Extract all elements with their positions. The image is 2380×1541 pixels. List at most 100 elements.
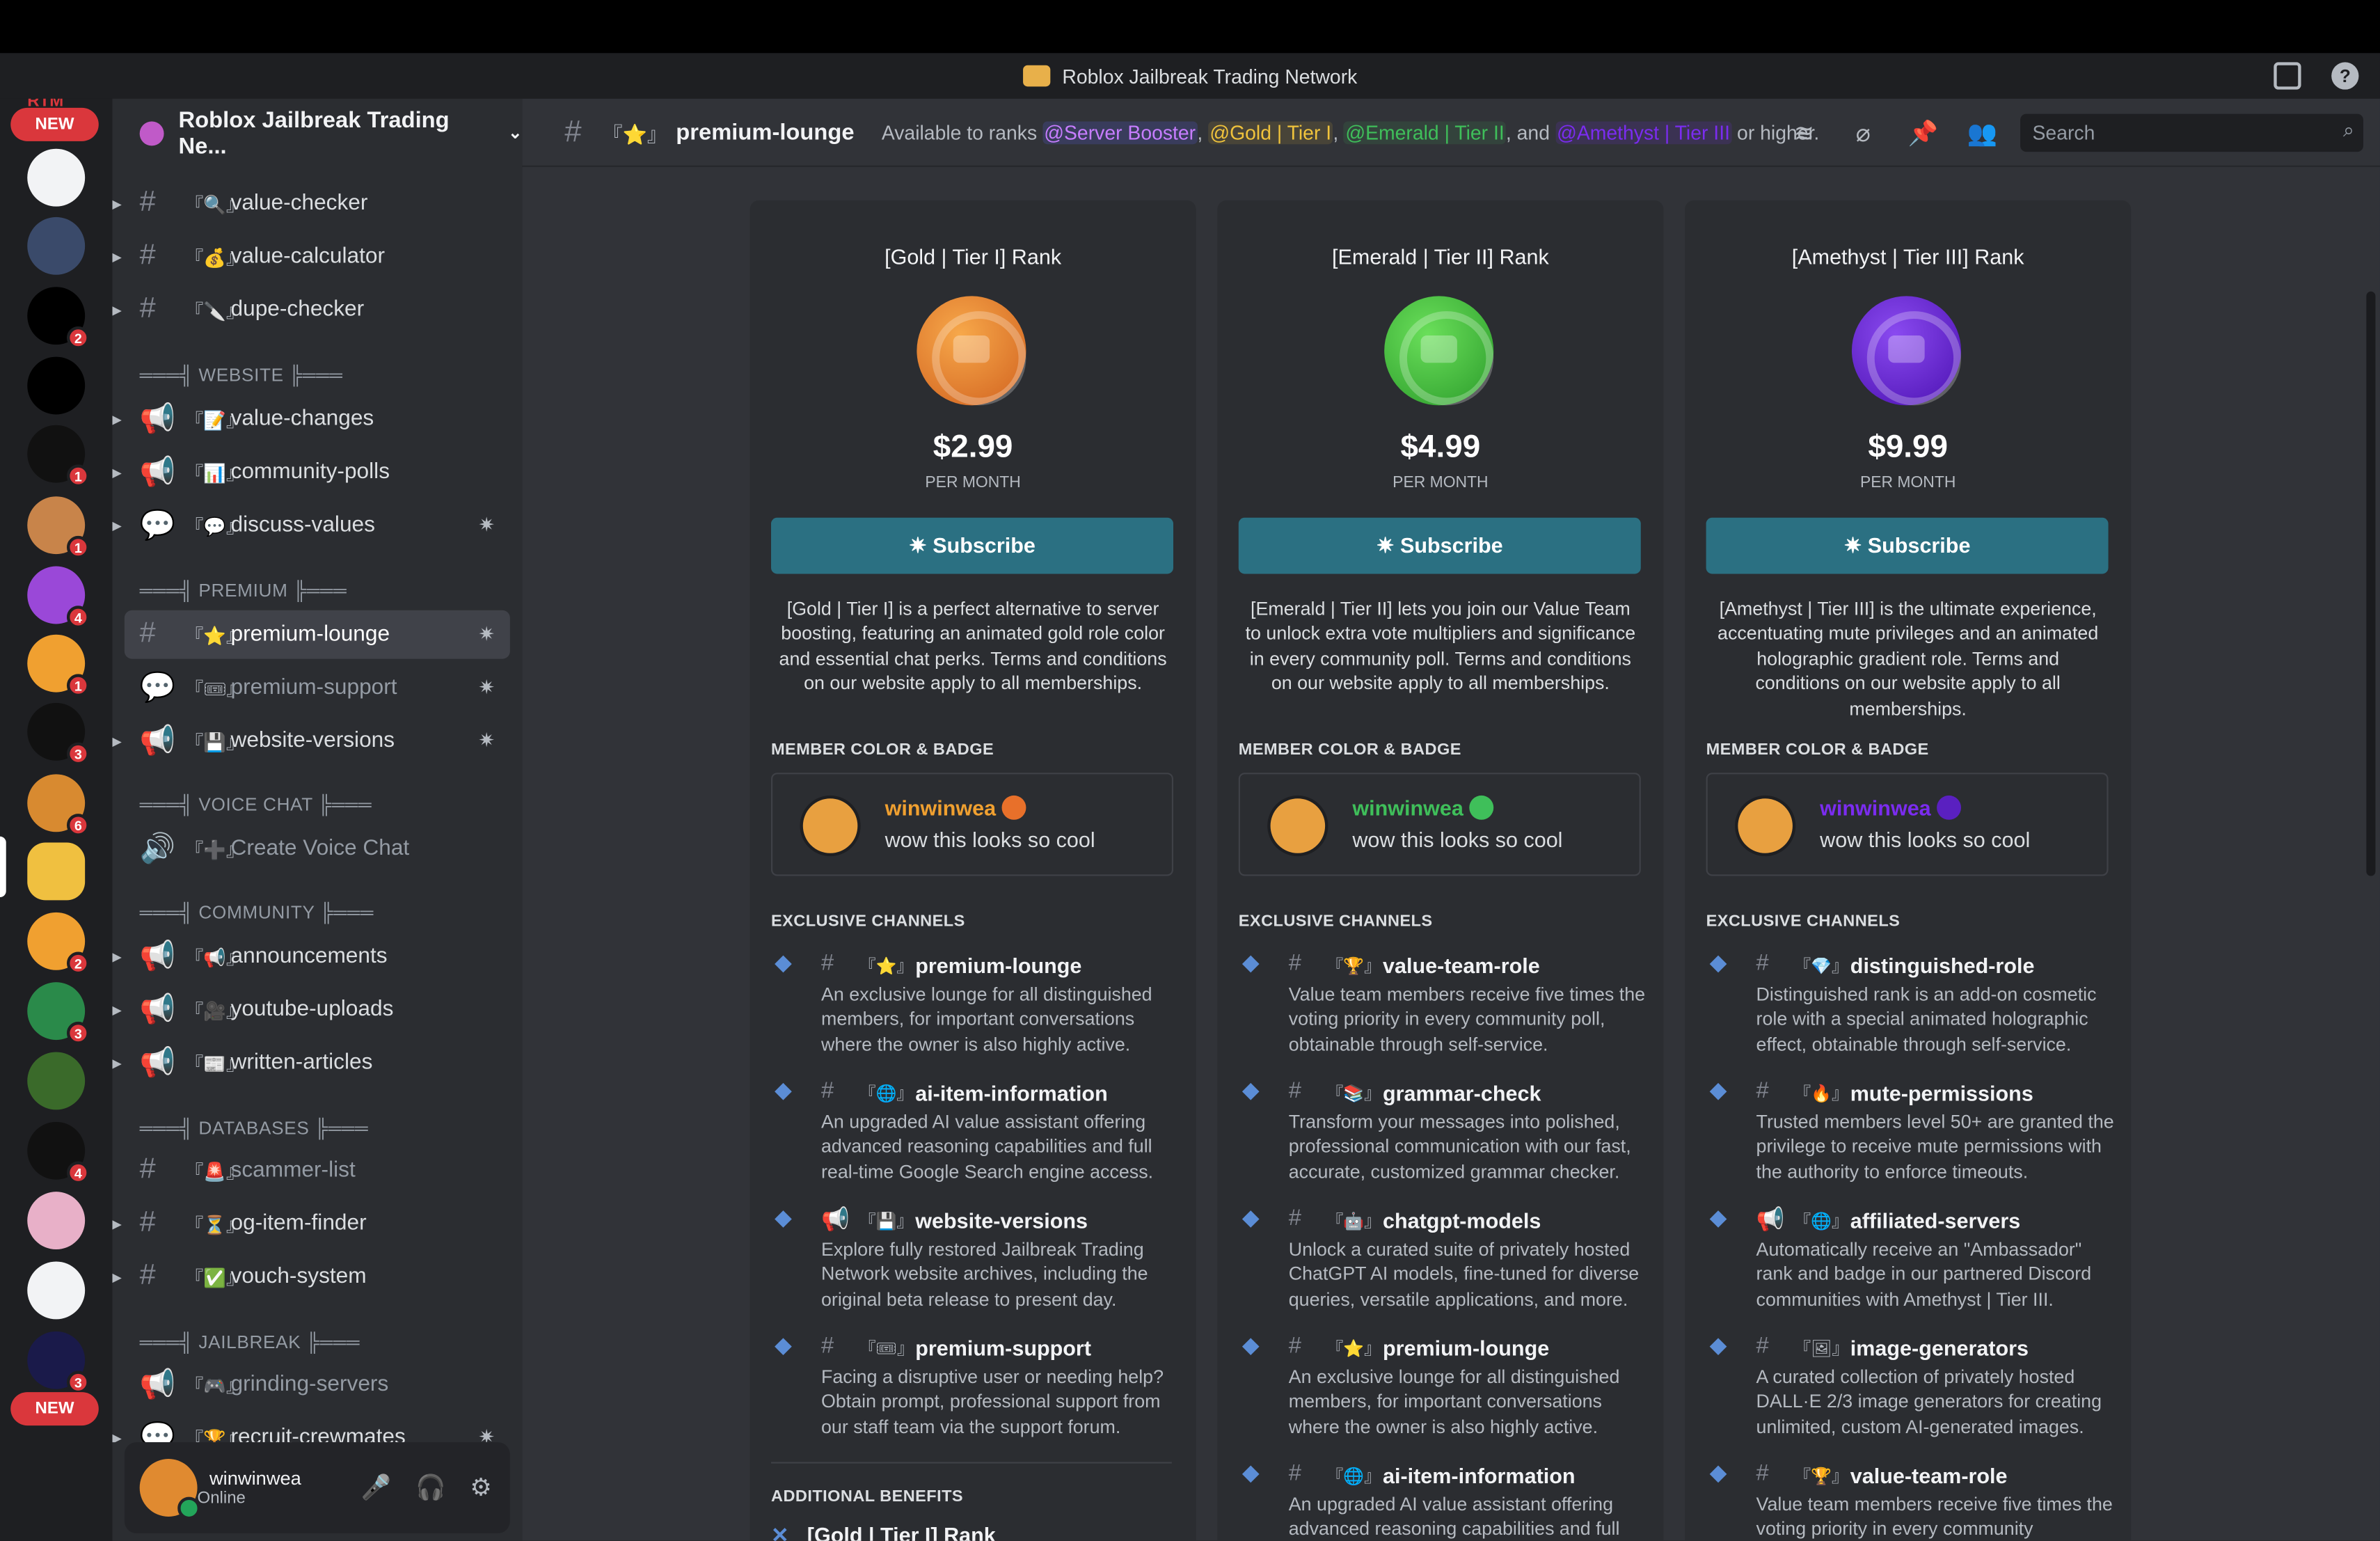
channel-label: value-changes (230, 406, 374, 432)
channel-emoji: 『⭐』 (1326, 1340, 1381, 1359)
server-icon[interactable]: 2 (27, 287, 90, 349)
channel-description: Facing a disruptive user or needing help… (820, 1366, 1164, 1438)
role-mention[interactable]: @Emerald | Tier II (1344, 120, 1506, 144)
channel-name: ai-item-information (1383, 1463, 1576, 1488)
channel-youtube-uploads[interactable]: ▶ 📢 『🎥』 youtube-uploads (112, 986, 510, 1034)
hash-icon: # (1288, 950, 1301, 977)
server-rail: RTM NEW 2 1 1 4 1 3 6 2 3 4 3 NEW (0, 98, 113, 1541)
server-icon[interactable]: 3 (27, 702, 90, 766)
channel-premium-support[interactable]: 💬 『🎟』 premium-support ✷ (125, 663, 510, 712)
channel-scammer-list[interactable]: # 『🚨』 scammer-list (125, 1146, 510, 1195)
channel-value-changes[interactable]: ▶ 📢 『📝』 value-changes (112, 395, 510, 443)
category-premium[interactable]: ═══╣ PREMIUM ╠═══ (140, 580, 347, 601)
role-mention[interactable]: @Server Booster (1042, 120, 1198, 144)
microphone-icon[interactable]: 🎤 (361, 1473, 391, 1503)
channel-announcements[interactable]: ▶ 📢 『📢』 announcements (112, 932, 510, 981)
channel-vouch-system[interactable]: ▶ # 『✅』 vouch-system (112, 1252, 510, 1301)
channel-description: A curated collection of privately hosted… (1756, 1366, 2102, 1438)
hash-icon: # (1756, 1333, 1769, 1359)
gear-icon[interactable]: ⚙ (470, 1473, 491, 1503)
subscribe-button[interactable]: ✷ Subscribe (1706, 517, 2109, 574)
channel-emoji: 『🖼』 (1794, 1340, 1849, 1359)
channel-emoji: 『✅』 (185, 1267, 245, 1288)
unread-badge: 2 (66, 326, 90, 349)
handshake-icon (1851, 296, 1962, 406)
channel-dupe-checker[interactable]: ▶ # 『🔪』 dupe-checker (112, 285, 510, 334)
channel-community-polls[interactable]: ▶ 📢 『📊』 community-polls (112, 448, 510, 496)
megaphone-icon: 📢 (1756, 1206, 1785, 1233)
subscribe-button[interactable]: ✷ Subscribe (1238, 517, 1641, 574)
category-voice-chat[interactable]: ═══╣ VOICE CHAT ╠═══ (140, 794, 372, 816)
topic-text: Available to ranks (881, 120, 1038, 144)
unread-badge: 2 (66, 951, 90, 975)
category-community[interactable]: ═══╣ COMMUNITY ╠═══ (140, 902, 374, 924)
member-preview: winwinwea wow this looks so cool (1238, 773, 1641, 876)
server-icon[interactable]: 6 (27, 774, 90, 837)
channel-emoji: 『🎮』 (185, 1375, 245, 1396)
headphones-icon[interactable]: 🎧 (415, 1473, 445, 1503)
hash-icon: # (139, 187, 156, 219)
diamond-bullet-icon (1241, 1210, 1260, 1228)
server-icon[interactable]: 1 (27, 496, 90, 559)
scrollbar[interactable] (2366, 291, 2376, 876)
channel-name: value-team-role (1383, 953, 1540, 978)
channel-grinding-servers[interactable]: 📢 『🎮』 grinding-servers (125, 1360, 510, 1409)
channel-description: Value team members receive five times th… (1756, 1494, 2113, 1540)
role-mention[interactable]: @Amethyst | Tier III (1555, 120, 1732, 144)
member-list-icon[interactable]: 👥 (1967, 118, 1997, 147)
notification-bell-muted-icon[interactable]: ⌀ (1849, 118, 1878, 147)
server-icon[interactable]: 1 (27, 634, 90, 697)
server-icon[interactable]: 1 (27, 425, 90, 488)
channel-og-item-finder[interactable]: ▶ # 『⏳』 og-item-finder (112, 1199, 510, 1248)
threads-icon[interactable]: ≋ (1790, 118, 1818, 147)
subscribe-button[interactable]: ✷ Subscribe (771, 517, 1174, 574)
server-icon[interactable] (27, 1261, 86, 1320)
chevron-down-icon: ⌄ (508, 124, 523, 143)
channel-premium-lounge[interactable]: # 『⭐』 premium-lounge ✷ (124, 610, 510, 659)
channel-value-calculator[interactable]: ▶ # 『💰』 value-calculator (112, 232, 510, 281)
server-icon[interactable] (27, 148, 86, 207)
server-icon[interactable]: 2 (27, 912, 90, 975)
server-header[interactable]: Roblox Jailbreak Trading Ne... ⌄ (112, 99, 522, 167)
category-jailbreak[interactable]: ═══╣ JAILBREAK ╠═══ (140, 1331, 360, 1353)
channel-written-articles[interactable]: ▶ 📢 『📰』 written-articles (112, 1038, 510, 1087)
hash-icon: # (139, 1206, 156, 1239)
server-icon[interactable] (27, 1192, 86, 1250)
handshake-icon (917, 296, 1026, 406)
channel-topic[interactable]: Available to ranks @Server Booster, @Gol… (881, 120, 1819, 144)
channel-emoji: 『📰』 (185, 1052, 245, 1075)
channel-label: grinding-servers (230, 1372, 389, 1397)
channel-value-checker[interactable]: ▶ # 『🔍』 value-checker (112, 179, 510, 228)
help-icon[interactable]: ? (2331, 62, 2359, 90)
new-badge[interactable]: NEW (10, 1392, 99, 1426)
user-panel: winwinwea Online 🎤 🎧 ⚙ (124, 1442, 510, 1533)
channel-description: Trusted members level 50+ are granted th… (1756, 1111, 2114, 1183)
server-icon[interactable]: 4 (27, 566, 90, 629)
new-badge[interactable]: NEW (10, 107, 99, 141)
server-icon[interactable]: 3 (27, 1331, 90, 1394)
handshake-icon (1384, 296, 1494, 406)
inbox-icon[interactable] (2274, 62, 2301, 90)
server-icon-jbtn[interactable] (27, 842, 86, 901)
server-icon[interactable] (27, 216, 86, 275)
channel-create-voice-chat[interactable]: 🔊 『➕』 Create Voice Chat (125, 824, 510, 873)
role-mention[interactable]: @Gold | Tier I (1208, 120, 1333, 144)
server-icon[interactable]: 4 (27, 1121, 90, 1185)
channel-recruit-crewmates[interactable]: ▶ 💬 『🏆』 recruit-crewmates ✷ (112, 1414, 510, 1442)
channel-discuss-values[interactable]: ▶ 💬 『💬』 discuss-values ✷ (112, 501, 510, 550)
search-placeholder: Search (2032, 121, 2095, 145)
section-label: ADDITIONAL BENEFITS (771, 1487, 964, 1506)
diamond-bullet-icon (1709, 1082, 1727, 1100)
card-title: [Amethyst | Tier III] Rank (1791, 244, 2024, 269)
channel-name: chatgpt-models (1383, 1208, 1541, 1233)
category-databases[interactable]: ═══╣ DATABASES ╠═══ (140, 1117, 369, 1139)
server-icon[interactable] (27, 356, 86, 415)
channel-website-versions[interactable]: ▶ 📢 『💾』 website-versions ✷ (112, 716, 510, 765)
pin-icon[interactable]: 📌 (1908, 118, 1938, 147)
server-icon[interactable] (27, 1052, 86, 1110)
avatar[interactable] (139, 1459, 200, 1520)
server-icon[interactable]: 3 (27, 982, 90, 1045)
channel-label: value-calculator (230, 244, 386, 269)
search-input[interactable]: Search ⌕ (2020, 113, 2364, 152)
category-website[interactable]: ═══╣ WEBSITE ╠═══ (140, 364, 343, 386)
